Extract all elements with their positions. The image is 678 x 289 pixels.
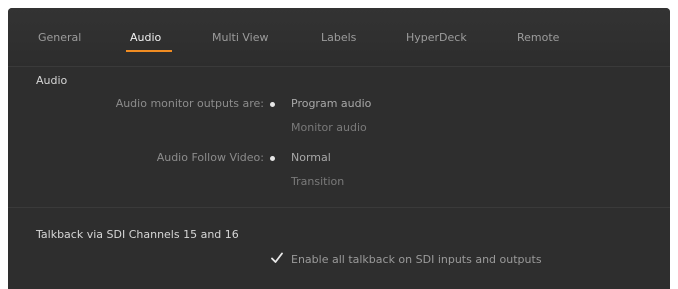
radio-normal[interactable] (270, 156, 275, 161)
tab-general[interactable]: General (38, 31, 81, 44)
tab-labels[interactable]: Labels (321, 31, 356, 44)
tab-bar: General Audio Multi View Labels HyperDec… (8, 8, 670, 67)
option-monitor-audio[interactable]: Monitor audio (291, 121, 367, 134)
active-tab-indicator (126, 50, 172, 52)
option-normal[interactable]: Normal (291, 151, 331, 164)
section-divider (8, 207, 670, 208)
option-transition[interactable]: Transition (291, 175, 344, 188)
tab-multi-view[interactable]: Multi View (212, 31, 269, 44)
tab-remote[interactable]: Remote (517, 31, 559, 44)
radio-monitor-audio[interactable] (267, 120, 278, 131)
follow-video-label: Audio Follow Video: (156, 151, 264, 164)
talkback-section-title: Talkback via SDI Channels 15 and 16 (36, 228, 239, 241)
checkmark-icon[interactable] (270, 251, 284, 265)
settings-panel: General Audio Multi View Labels HyperDec… (8, 8, 670, 289)
tab-audio[interactable]: Audio (130, 31, 161, 44)
audio-section-title: Audio (36, 74, 68, 87)
tab-hyperdeck[interactable]: HyperDeck (406, 31, 467, 44)
radio-transition[interactable] (267, 174, 278, 185)
option-program-audio[interactable]: Program audio (291, 97, 371, 110)
enable-talkback-checkbox-label[interactable]: Enable all talkback on SDI inputs and ou… (291, 253, 542, 266)
radio-program-audio[interactable] (270, 102, 275, 107)
monitor-outputs-label: Audio monitor outputs are: (115, 97, 264, 110)
